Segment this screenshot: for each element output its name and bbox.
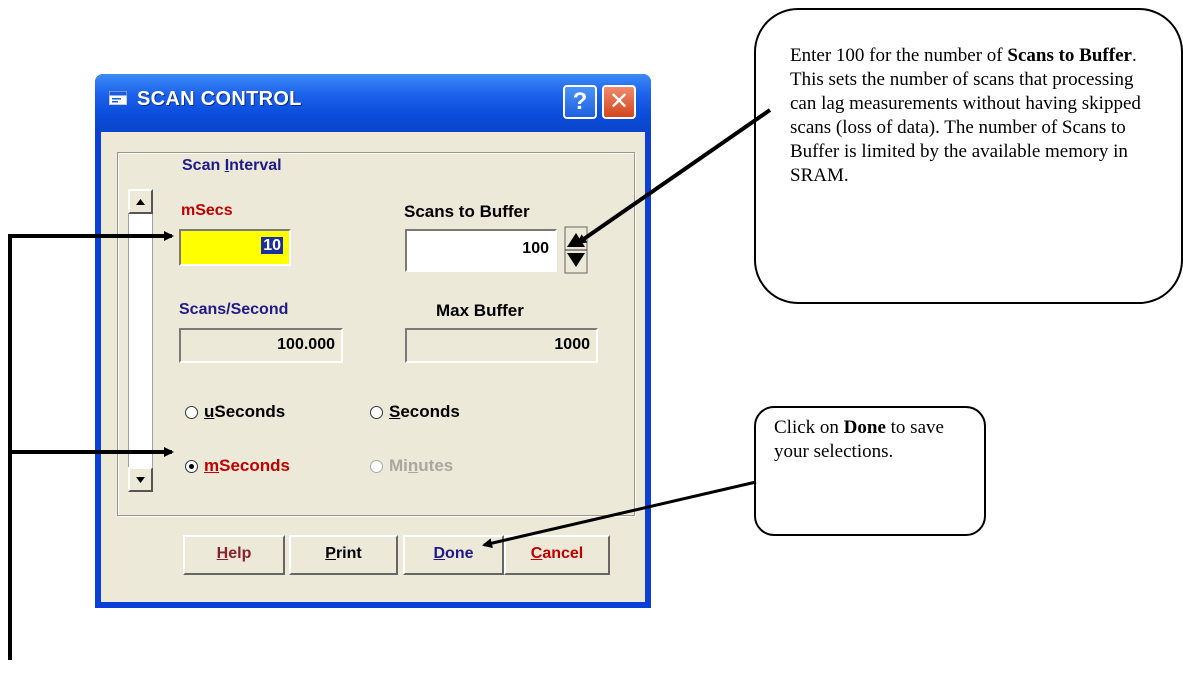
- help-title-button[interactable]: ?: [563, 85, 597, 119]
- useconds-label[interactable]: uSeconds: [204, 402, 285, 422]
- close-button[interactable]: ✕: [602, 85, 636, 119]
- msecs-value: 10: [261, 237, 283, 254]
- msecs-input[interactable]: 10: [179, 229, 291, 266]
- help-button[interactable]: Help: [183, 535, 285, 575]
- max-buffer-field: 1000: [405, 328, 598, 363]
- scans-to-buffer-value: 100: [522, 240, 549, 257]
- done-callout: Click on Done to save your selections.: [754, 406, 986, 536]
- buffer-spinner[interactable]: [561, 225, 593, 275]
- scroll-down-button[interactable]: [128, 467, 153, 492]
- scans-per-second-value: 100.000: [277, 336, 335, 353]
- print-button[interactable]: Print: [289, 535, 398, 575]
- mseconds-label[interactable]: mSeconds: [204, 456, 290, 476]
- seconds-label[interactable]: Seconds: [389, 402, 460, 422]
- minutes-label[interactable]: Minutes: [389, 456, 453, 476]
- question-icon: ?: [572, 88, 588, 115]
- close-icon: ✕: [608, 88, 630, 115]
- max-buffer-label: Max Buffer: [436, 301, 524, 320]
- app-window-icon: [109, 91, 127, 105]
- seconds-radio[interactable]: [370, 406, 383, 419]
- done-button[interactable]: Done: [403, 535, 504, 575]
- useconds-radio[interactable]: [185, 406, 198, 419]
- scans-to-buffer-callout: Enter 100 for the number of Scans to Buf…: [754, 8, 1183, 304]
- max-buffer-value: 1000: [554, 336, 590, 353]
- cancel-button[interactable]: Cancel: [504, 535, 610, 575]
- scans-to-buffer-label: Scans to Buffer: [404, 202, 530, 221]
- scans-per-second-field: 100.000: [179, 328, 343, 363]
- scans-to-buffer-input[interactable]: 100: [405, 229, 557, 272]
- minutes-radio[interactable]: [370, 460, 383, 473]
- scroll-up-button[interactable]: [128, 189, 153, 214]
- scan-interval-label: Scan Interval: [182, 157, 282, 175]
- arrow-up-icon: [136, 199, 145, 205]
- mseconds-radio[interactable]: [185, 460, 198, 473]
- scans-per-second-label: Scans/Second: [179, 301, 289, 318]
- vertical-scrollbar[interactable]: [128, 189, 153, 492]
- arrow-down-icon: [136, 477, 145, 483]
- window-title: SCAN CONTROL: [137, 88, 302, 110]
- msecs-label: mSecs: [181, 202, 233, 219]
